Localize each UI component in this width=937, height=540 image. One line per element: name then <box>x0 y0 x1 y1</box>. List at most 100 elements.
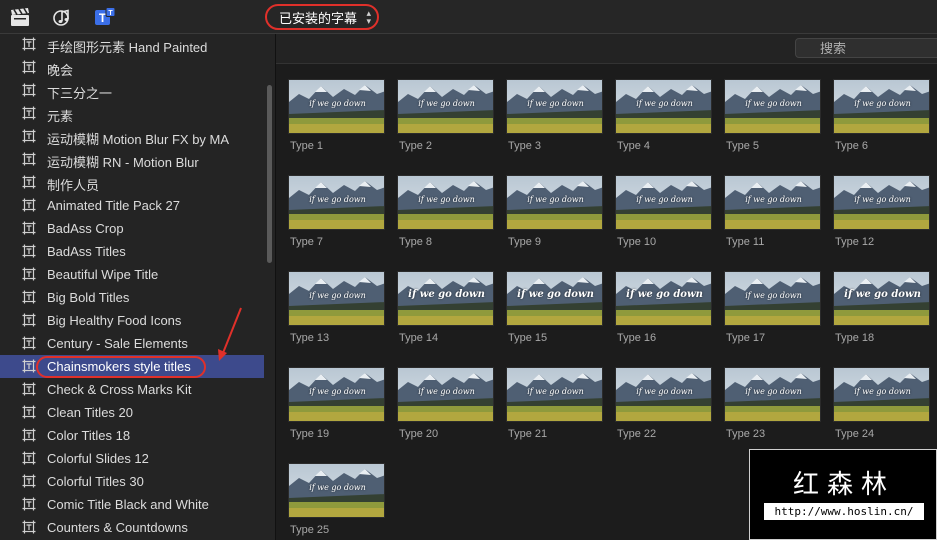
title-thumbnail[interactable]: if we go down Type 20 <box>397 367 494 440</box>
titles-icon[interactable]: T T <box>94 7 116 27</box>
selection-highlight-ring <box>36 356 206 378</box>
sidebar-item[interactable]: BadAss Titles <box>0 240 264 263</box>
thumbnail-label: Type 14 <box>399 332 439 344</box>
title-thumbnail[interactable]: if we go down Type 17 <box>724 271 821 344</box>
title-folder-icon <box>22 198 36 212</box>
thumbnail-label: Type 13 <box>290 332 330 344</box>
sidebar-item[interactable]: Colorful Titles 30 <box>0 470 264 493</box>
thumbnail-label: Type 20 <box>399 428 439 440</box>
thumbnail-label: Type 8 <box>399 236 433 248</box>
thumbnail-overlay-text: if we go down <box>745 99 802 108</box>
top-toolbar: T T 已安装的字幕 ▴ ▾ <box>0 0 937 34</box>
sidebar-item[interactable]: Animated Title Pack 27 <box>0 194 264 217</box>
title-thumbnail[interactable]: if we go down Type 23 <box>724 367 821 440</box>
clapperboard-icon[interactable] <box>9 7 31 27</box>
title-thumbnail[interactable]: if we go down Type 7 <box>288 175 385 248</box>
title-thumbnail[interactable]: if we go down Type 12 <box>833 175 930 248</box>
sidebar-item[interactable]: Color Titles 18 <box>0 424 264 447</box>
sidebar-item-label: Comic Title Black and White <box>47 497 209 512</box>
title-thumbnail[interactable]: if we go down Type 21 <box>506 367 603 440</box>
search-input[interactable] <box>795 38 937 58</box>
music-icon[interactable] <box>52 7 74 27</box>
title-thumbnail[interactable]: if we go down Type 2 <box>397 79 494 152</box>
thumbnail-overlay-text: if we go down <box>418 387 475 396</box>
title-thumbnail[interactable]: if we go down Type 18 <box>833 271 930 344</box>
sidebar-item[interactable]: Check & Cross Marks Kit <box>0 378 264 401</box>
thumbnail-label: Type 5 <box>726 140 760 152</box>
title-thumbnail[interactable]: if we go down Type 4 <box>615 79 712 152</box>
sidebar-item[interactable]: 制作人员 <box>0 171 264 194</box>
thumbnail-image: if we go down <box>724 79 821 134</box>
thumbnail-overlay-text: if we go down <box>418 195 475 204</box>
thumbnail-image: if we go down <box>506 79 603 134</box>
title-folder-icon <box>22 244 36 258</box>
title-thumbnail[interactable]: if we go down Type 3 <box>506 79 603 152</box>
title-thumbnail[interactable]: if we go down Type 11 <box>724 175 821 248</box>
sidebar-item-label: Big Healthy Food Icons <box>47 313 182 328</box>
thumbnail-overlay-text: if we go down <box>527 99 584 108</box>
sidebar-item-label: BadAss Titles <box>47 244 126 259</box>
sidebar-scrollbar[interactable] <box>264 34 275 540</box>
sidebar-item-label: Big Bold Titles <box>47 290 130 305</box>
sidebar-item[interactable]: 运动模糊 RN - Motion Blur <box>0 148 264 171</box>
thumbnail-overlay-text: if we go down <box>854 387 911 396</box>
title-thumbnail[interactable]: if we go down Type 1 <box>288 79 385 152</box>
title-thumbnail[interactable]: if we go down Type 14 <box>397 271 494 344</box>
sidebar-item[interactable]: 运动模糊 Motion Blur FX by MA <box>0 125 264 148</box>
sidebar-item[interactable]: Comic Title Black and White <box>0 493 264 516</box>
title-thumbnail[interactable]: if we go down Type 16 <box>615 271 712 344</box>
thumbnail-label: Type 11 <box>726 236 765 248</box>
sidebar-item-label: Color Titles 18 <box>47 428 131 443</box>
title-folder-icon <box>22 175 36 189</box>
category-select[interactable]: 已安装的字幕 ▴ ▾ <box>265 4 379 30</box>
title-folder-icon <box>22 37 36 51</box>
thumbnail-image: if we go down <box>833 367 930 422</box>
title-thumbnail[interactable]: if we go down Type 9 <box>506 175 603 248</box>
sidebar-item[interactable]: Clean Titles 20 <box>0 401 264 424</box>
sidebar-item[interactable]: 手绘图形元素 Hand Painted <box>0 34 264 56</box>
thumbnail-overlay-text: if we go down <box>309 195 366 204</box>
thumbnail-image: if we go down <box>506 271 603 326</box>
sidebar-item-label: Colorful Slides 12 <box>47 451 149 466</box>
sidebar-item-label: 运动模糊 RN - Motion Blur <box>47 155 199 170</box>
sidebar-item-label: Clean Titles 20 <box>47 405 133 420</box>
sidebar-item[interactable]: Colorful Slides 12 <box>0 447 264 470</box>
thumbnail-overlay-text: if we go down <box>854 195 911 204</box>
title-thumbnail[interactable]: if we go down Type 5 <box>724 79 821 152</box>
sidebar-item[interactable]: BadAss Crop <box>0 217 264 240</box>
title-thumbnail[interactable]: if we go down Type 6 <box>833 79 930 152</box>
title-folder-icon <box>22 106 36 120</box>
sidebar-item[interactable]: Beautiful Wipe Title <box>0 263 264 286</box>
thumbnail-image: if we go down <box>288 175 385 230</box>
title-thumbnail[interactable]: if we go down Type 25 <box>288 463 385 536</box>
title-thumbnail[interactable]: if we go down Type 8 <box>397 175 494 248</box>
thumbnail-label: Type 15 <box>508 332 548 344</box>
thumbnail-overlay-text: if we go down <box>636 195 693 204</box>
thumbnail-image: if we go down <box>288 463 385 518</box>
title-thumbnail[interactable]: if we go down Type 24 <box>833 367 930 440</box>
sidebar-item-label: Check & Cross Marks Kit <box>47 382 192 397</box>
title-thumbnail[interactable]: if we go down Type 22 <box>615 367 712 440</box>
thumbnail-overlay-text: if we go down <box>745 387 802 396</box>
title-thumbnail[interactable]: if we go down Type 19 <box>288 367 385 440</box>
title-folder-icon <box>22 428 36 442</box>
sidebar-item-label: Animated Title Pack 27 <box>47 198 180 213</box>
thumbnail-overlay-text: if we go down <box>418 99 475 108</box>
thumbnail-overlay-text: if we go down <box>527 195 584 204</box>
thumbnail-image: if we go down <box>288 271 385 326</box>
title-thumbnail[interactable]: if we go down Type 10 <box>615 175 712 248</box>
title-thumbnail[interactable]: if we go down Type 13 <box>288 271 385 344</box>
sidebar-item[interactable]: 元素 <box>0 102 264 125</box>
title-thumbnail[interactable]: if we go down Type 15 <box>506 271 603 344</box>
thumbnail-image: if we go down <box>615 271 712 326</box>
title-folder-icon <box>22 313 36 327</box>
svg-text:T: T <box>108 10 113 17</box>
title-folder-icon <box>22 267 36 281</box>
sidebar-item[interactable]: 下三分之一 <box>0 79 264 102</box>
thumbnail-label: Type 17 <box>726 332 766 344</box>
title-folder-icon <box>22 129 36 143</box>
sidebar-item[interactable]: Counters & Countdowns <box>0 516 264 539</box>
title-folder-icon <box>22 83 36 97</box>
sidebar-scrollbar-thumb[interactable] <box>267 85 272 263</box>
sidebar-item[interactable]: 晚会 <box>0 56 264 79</box>
